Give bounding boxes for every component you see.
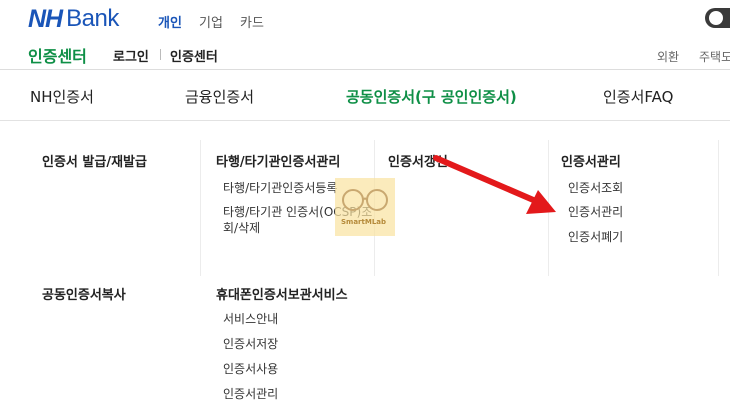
menu-cert-management[interactable]: 인증서관리 <box>561 151 621 170</box>
menu-other-bank-cert-manage[interactable]: 타행/타기관인증서관리 <box>216 151 340 170</box>
menu-mobile-cert-storage[interactable]: 휴대폰인증서보관서비스 <box>216 284 348 303</box>
main-nav: NH인증서 금융인증서 공동인증서(구 공인인증서) 인증서FAQ <box>0 71 730 121</box>
nav-certificate-faq[interactable]: 인증서FAQ <box>603 86 673 107</box>
toggle-switch[interactable] <box>705 8 730 28</box>
logo-nh-text: NH <box>28 4 63 33</box>
tab-personal[interactable]: 개인 <box>158 12 182 31</box>
forex-link[interactable]: 외환 <box>657 48 679 65</box>
nav-joint-certificate[interactable]: 공동인증서(구 공인인증서) <box>346 86 517 107</box>
menu-other-bank-cert-register[interactable]: 타행/타기관인증서등록 <box>223 179 337 197</box>
menu-cert-save[interactable]: 인증서저장 <box>223 335 278 353</box>
menu-cert-manage-mobile[interactable]: 인증서관리 <box>223 385 278 403</box>
column-divider <box>200 140 201 276</box>
menu-issue-reissue[interactable]: 인증서 발급/재발급 <box>42 151 147 170</box>
sub-header: 인증센터 로그인 인증센터 외환 주택도 <box>0 38 730 70</box>
menu-cert-revoke[interactable]: 인증서폐기 <box>568 228 623 246</box>
annotation-arrow-icon <box>433 155 556 214</box>
menu-joint-certificate-copy[interactable]: 공동인증서복사 <box>42 284 126 303</box>
glasses-icon <box>342 189 388 211</box>
menu-service-guide[interactable]: 서비스안내 <box>223 310 278 328</box>
menu-other-bank-cert-ocsp-cont[interactable]: 회/삭제 <box>223 219 260 237</box>
housing-link[interactable]: 주택도 <box>699 48 730 65</box>
divider <box>160 49 161 60</box>
menu-cert-lookup[interactable]: 인증서조회 <box>568 179 623 197</box>
page-title[interactable]: 인증센터 <box>28 43 87 67</box>
certificate-center-link[interactable]: 인증센터 <box>170 46 218 65</box>
column-divider <box>718 140 719 276</box>
tab-card[interactable]: 카드 <box>240 12 264 31</box>
tab-business[interactable]: 기업 <box>199 12 223 31</box>
watermark-text: SmartMLab <box>341 218 387 226</box>
nh-bank-logo[interactable]: NH Bank <box>28 4 119 33</box>
toggle-knob <box>709 11 723 25</box>
login-link[interactable]: 로그인 <box>113 46 149 65</box>
logo-bank-text: Bank <box>66 5 119 32</box>
watermark-logo: SmartMLab <box>335 178 395 236</box>
top-bar: NH Bank 개인 기업 카드 <box>0 0 730 38</box>
menu-cert-use[interactable]: 인증서사용 <box>223 360 278 378</box>
nav-financial-certificate[interactable]: 금융인증서 <box>185 86 254 107</box>
menu-cert-manage[interactable]: 인증서관리 <box>568 203 623 221</box>
nav-nh-certificate[interactable]: NH인증서 <box>30 86 94 107</box>
